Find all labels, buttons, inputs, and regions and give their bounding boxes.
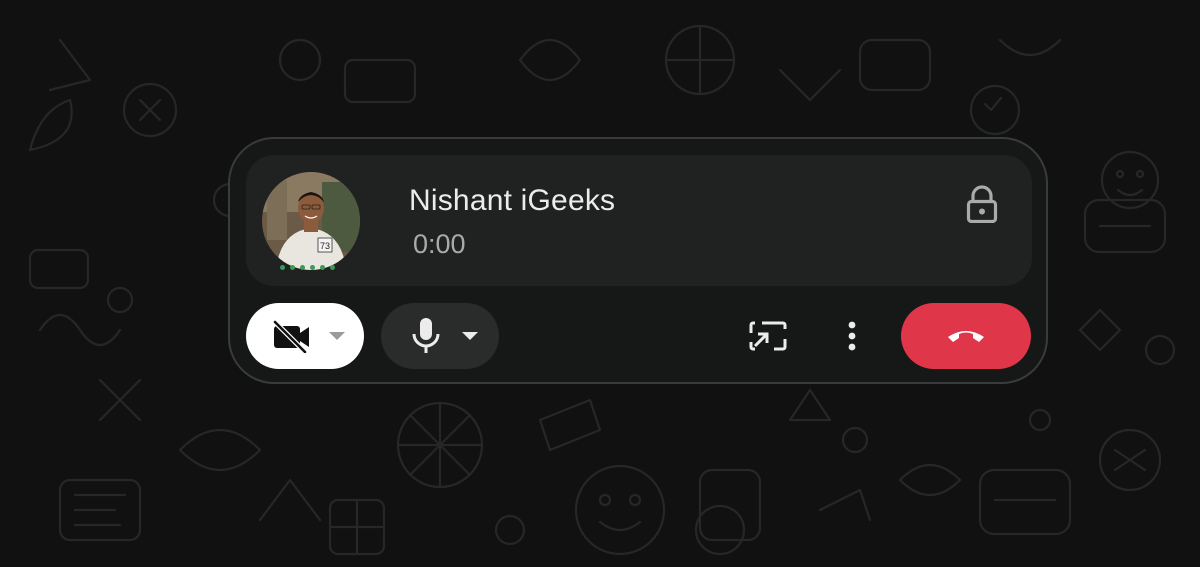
call-info-panel: 73 Nishant iGeeks 0:00: [246, 155, 1032, 286]
screen-share-icon: [749, 321, 787, 351]
more-vertical-icon: [848, 321, 856, 351]
call-duration: 0:00: [413, 229, 466, 259]
caller-name: Nishant iGeeks: [409, 184, 616, 217]
video-off-icon: [272, 319, 309, 353]
call-window: 73 Nishant iGeeks 0:00: [228, 137, 1048, 384]
lock-icon: [966, 185, 998, 223]
microphone-icon: [412, 318, 440, 353]
microphone-caret-down-icon[interactable]: [461, 331, 479, 341]
more-options-button[interactable]: [834, 313, 870, 359]
svg-text:73: 73: [320, 241, 330, 251]
microphone-toggle-button[interactable]: [381, 303, 499, 369]
video-toggle-button[interactable]: [246, 303, 364, 369]
video-caret-down-icon[interactable]: [328, 331, 346, 341]
end-call-button[interactable]: [901, 303, 1031, 369]
avatar: 73: [262, 172, 360, 270]
presence-indicator: [280, 265, 335, 270]
end-call-icon: [948, 331, 984, 342]
screen-share-button[interactable]: [745, 313, 791, 359]
